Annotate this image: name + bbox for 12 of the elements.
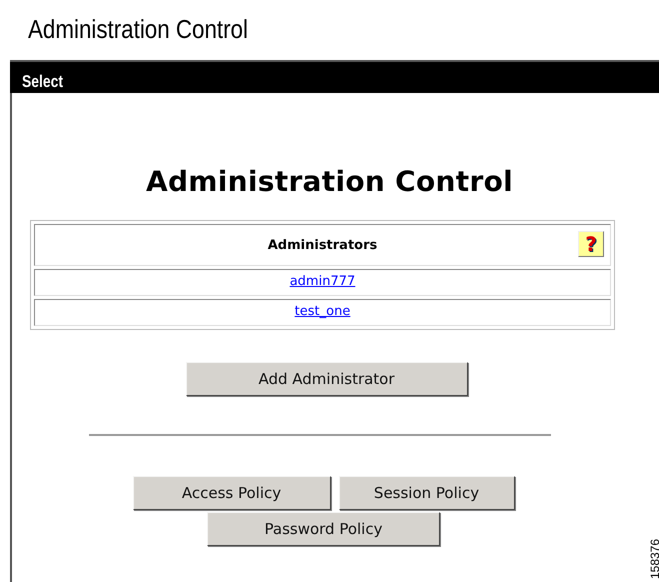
administrator-link[interactable]: test_one xyxy=(294,304,350,319)
page-title: Administration Control xyxy=(28,14,248,46)
header-label: Administrators xyxy=(268,238,378,252)
access-policy-button[interactable]: Access Policy xyxy=(132,476,330,510)
help-button[interactable]: ? xyxy=(578,231,604,257)
bar-title: Select xyxy=(22,72,64,92)
figure-number: 158376 xyxy=(648,538,659,582)
password-policy-button[interactable]: Password Policy xyxy=(207,512,440,546)
administrator-link[interactable]: admin777 xyxy=(290,274,356,289)
session-policy-button[interactable]: Session Policy xyxy=(338,476,514,510)
heading: Administration Control xyxy=(146,165,514,198)
add-administrator-button[interactable]: Add Administrator xyxy=(186,362,468,396)
